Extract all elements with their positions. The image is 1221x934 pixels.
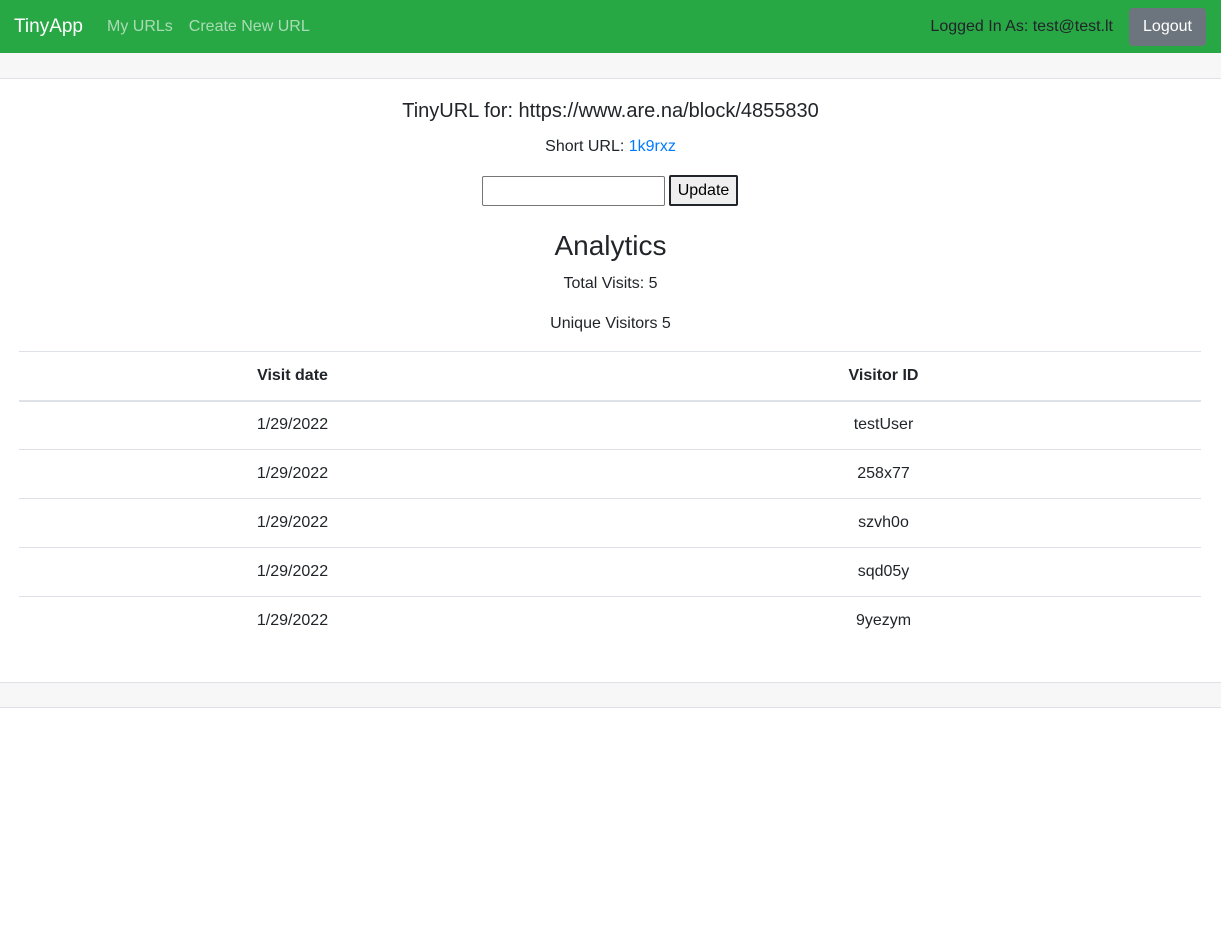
table-row: 1/29/2022 testUser [19, 400, 1201, 450]
visit-date-cell: 1/29/2022 [19, 596, 610, 646]
update-button[interactable]: Update [669, 175, 738, 206]
update-form: Update [482, 175, 738, 206]
page-title: TinyURL for: https://www.are.na/block/48… [402, 100, 819, 122]
visit-date-cell: 1/29/2022 [19, 449, 610, 499]
footer-band [0, 682, 1221, 708]
column-header-visit-date: Visit date [19, 351, 610, 402]
visits-table: Visit date Visitor ID 1/29/2022 testUser… [19, 351, 1201, 646]
column-header-visitor-id: Visitor ID [610, 351, 1201, 402]
table-row: 1/29/2022 258x77 [19, 449, 1201, 499]
table-row: 1/29/2022 szvh0o [19, 498, 1201, 548]
nav-link-create-new-url[interactable]: Create New URL [189, 18, 310, 36]
long-url-input[interactable] [482, 175, 665, 206]
visitor-id-cell: testUser [610, 400, 1201, 450]
logged-in-text: Logged In As: test@test.lt [930, 17, 1113, 35]
visit-date-cell: 1/29/2022 [19, 547, 610, 597]
navbar: TinyApp My URLs Create New URL Logged In… [0, 0, 1221, 53]
visit-date-cell: 1/29/2022 [19, 400, 610, 450]
table-header-row: Visit date Visitor ID [19, 351, 1201, 402]
total-visits: Total Visits: 5 [563, 275, 658, 292]
analytics-heading: Analytics [554, 230, 667, 261]
visitor-id-cell: 9yezym [610, 596, 1201, 646]
visitor-id-cell: szvh0o [610, 498, 1201, 548]
table-row: 1/29/2022 9yezym [19, 596, 1201, 646]
visitor-id-cell: sqd05y [610, 547, 1201, 597]
nav-link-my-urls[interactable]: My URLs [107, 18, 173, 36]
logout-button[interactable]: Logout [1129, 7, 1206, 46]
short-url-link[interactable]: 1k9rxz [629, 138, 676, 155]
header-band [0, 53, 1221, 79]
short-url-label: Short URL: [545, 138, 629, 155]
table-row: 1/29/2022 sqd05y [19, 547, 1201, 597]
brand-link[interactable]: TinyApp [14, 16, 83, 38]
visit-date-cell: 1/29/2022 [19, 498, 610, 548]
visitor-id-cell: 258x77 [610, 449, 1201, 499]
short-url-line: Short URL: 1k9rxz [0, 137, 1221, 157]
unique-visitors: Unique Visitors 5 [550, 315, 671, 332]
